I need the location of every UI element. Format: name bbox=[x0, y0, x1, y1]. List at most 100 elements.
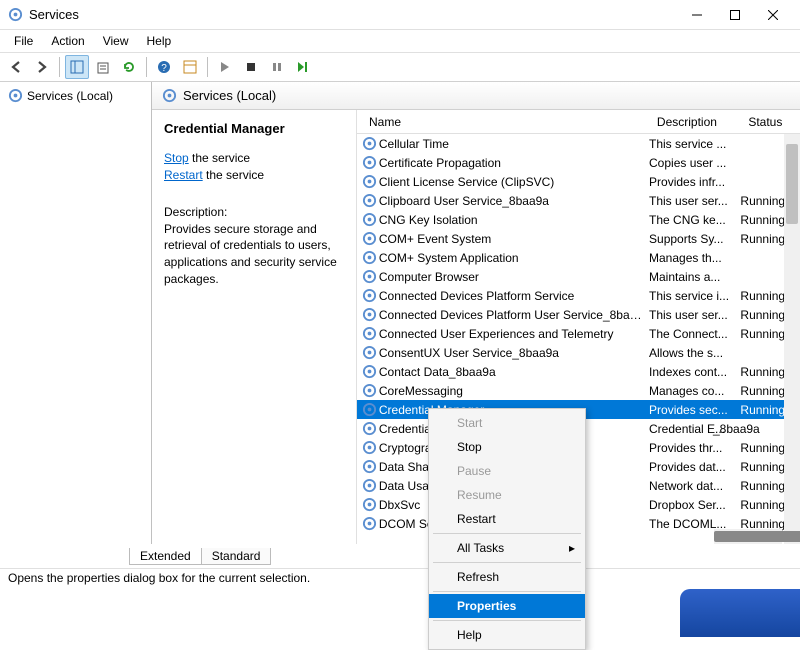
service-name: Client License Service (ClipSVC) bbox=[379, 175, 649, 189]
service-row[interactable]: Client License Service (ClipSVC)Provides… bbox=[357, 172, 800, 191]
horizontal-scrollbar[interactable] bbox=[714, 529, 782, 544]
name-suffix: _8baa9a bbox=[713, 422, 760, 436]
gear-icon bbox=[361, 440, 379, 455]
vertical-scrollbar[interactable] bbox=[784, 134, 800, 544]
service-row[interactable]: Connected User Experiences and Telemetry… bbox=[357, 324, 800, 343]
service-description: This service ... bbox=[649, 137, 740, 151]
service-description: Supports Sy... bbox=[649, 232, 740, 246]
gear-icon bbox=[361, 288, 379, 303]
detail-pane: Credential Manager Stop the service Rest… bbox=[152, 110, 357, 544]
close-button[interactable] bbox=[754, 0, 792, 30]
content-header: Services (Local) bbox=[152, 82, 800, 110]
tab-standard[interactable]: Standard bbox=[201, 548, 272, 565]
stop-service-link[interactable]: Stop bbox=[164, 151, 189, 165]
gear-icon bbox=[361, 364, 379, 379]
ctx-start: Start bbox=[429, 411, 585, 435]
service-description: This service i... bbox=[649, 289, 740, 303]
service-row[interactable]: COM+ Event SystemSupports Sy...Running bbox=[357, 229, 800, 248]
restart-service-link[interactable]: Restart bbox=[164, 168, 203, 182]
gear-icon bbox=[361, 231, 379, 246]
service-description: This user ser... bbox=[649, 308, 740, 322]
service-description: Manages th... bbox=[649, 251, 740, 265]
gear-icon bbox=[361, 402, 379, 417]
stop-service-button[interactable] bbox=[239, 55, 263, 79]
help-button[interactable]: ? bbox=[152, 55, 176, 79]
tree-node-services-local[interactable]: Services (Local) bbox=[4, 86, 147, 105]
service-name: COM+ Event System bbox=[379, 232, 649, 246]
scrollbar-thumb[interactable] bbox=[786, 144, 798, 224]
scrollbar-thumb[interactable] bbox=[714, 531, 800, 542]
service-row[interactable]: COM+ System ApplicationManages th... bbox=[357, 248, 800, 267]
gear-icon bbox=[361, 383, 379, 398]
menu-action[interactable]: Action bbox=[43, 32, 92, 50]
service-name: Computer Browser bbox=[379, 270, 649, 284]
service-description: Allows the s... bbox=[649, 346, 740, 360]
gear-icon bbox=[361, 136, 379, 151]
service-row[interactable]: Cellular TimeThis service ... bbox=[357, 134, 800, 153]
gear-icon bbox=[361, 459, 379, 474]
start-service-button[interactable] bbox=[213, 55, 237, 79]
service-name: Cellular Time bbox=[379, 137, 649, 151]
ctx-properties[interactable]: Properties bbox=[429, 594, 585, 618]
ctx-stop[interactable]: Stop bbox=[429, 435, 585, 459]
service-row[interactable]: Computer BrowserMaintains a... bbox=[357, 267, 800, 286]
ctx-separator bbox=[433, 562, 581, 563]
service-name: COM+ System Application bbox=[379, 251, 649, 265]
context-menu: Start Stop Pause Resume Restart All Task… bbox=[428, 408, 586, 650]
service-description: Copies user ... bbox=[649, 156, 740, 170]
tab-extended[interactable]: Extended bbox=[129, 548, 202, 565]
gear-icon bbox=[162, 88, 177, 103]
minimize-button[interactable] bbox=[678, 0, 716, 30]
service-row[interactable]: Connected Devices Platform ServiceThis s… bbox=[357, 286, 800, 305]
forward-button[interactable] bbox=[30, 55, 54, 79]
restart-service-button[interactable] bbox=[291, 55, 315, 79]
properties-button[interactable] bbox=[178, 55, 202, 79]
service-description: Provides dat... bbox=[649, 460, 740, 474]
service-name: ConsentUX User Service_8baa9a bbox=[379, 346, 649, 360]
maximize-button[interactable] bbox=[716, 0, 754, 30]
titlebar: Services bbox=[0, 0, 800, 30]
ctx-restart[interactable]: Restart bbox=[429, 507, 585, 531]
gear-icon bbox=[361, 250, 379, 265]
ctx-separator bbox=[433, 533, 581, 534]
gear-icon bbox=[361, 212, 379, 227]
ctx-all-tasks[interactable]: All Tasks ▸ bbox=[429, 536, 585, 560]
ctx-separator bbox=[433, 620, 581, 621]
gear-icon bbox=[361, 326, 379, 341]
service-description: Network dat... bbox=[649, 479, 740, 493]
service-row[interactable]: Contact Data_8baa9aIndexes cont...Runnin… bbox=[357, 362, 800, 381]
refresh-button[interactable] bbox=[117, 55, 141, 79]
export-list-button[interactable] bbox=[91, 55, 115, 79]
service-description: Indexes cont... bbox=[649, 365, 740, 379]
service-description: Maintains a... bbox=[649, 270, 740, 284]
service-description: This user ser... bbox=[649, 194, 740, 208]
service-row[interactable]: Clipboard User Service_8baa9aThis user s… bbox=[357, 191, 800, 210]
stop-service-link-row: Stop the service bbox=[164, 150, 344, 167]
service-row[interactable]: Certificate PropagationCopies user ... bbox=[357, 153, 800, 172]
list-header: Name Description Status bbox=[357, 110, 800, 134]
service-name: Connected User Experiences and Telemetry bbox=[379, 327, 649, 341]
tree-node-label: Services (Local) bbox=[27, 89, 113, 103]
taskbar-corner-decoration bbox=[680, 589, 800, 637]
menu-view[interactable]: View bbox=[95, 32, 137, 50]
service-row[interactable]: CNG Key IsolationThe CNG ke...Running bbox=[357, 210, 800, 229]
gear-icon bbox=[361, 421, 379, 436]
ctx-refresh[interactable]: Refresh bbox=[429, 565, 585, 589]
menu-file[interactable]: File bbox=[6, 32, 41, 50]
show-hide-tree-button[interactable] bbox=[65, 55, 89, 79]
service-row[interactable]: Connected Devices Platform User Service_… bbox=[357, 305, 800, 324]
pause-service-button[interactable] bbox=[265, 55, 289, 79]
service-row[interactable]: ConsentUX User Service_8baa9aAllows the … bbox=[357, 343, 800, 362]
back-button[interactable] bbox=[4, 55, 28, 79]
menu-help[interactable]: Help bbox=[139, 32, 180, 50]
col-header-name[interactable]: Name bbox=[361, 115, 649, 129]
svg-text:?: ? bbox=[161, 63, 167, 74]
restart-service-link-row: Restart the service bbox=[164, 167, 344, 184]
ctx-help[interactable]: Help bbox=[429, 623, 585, 647]
service-description: Provides sec... bbox=[649, 403, 740, 417]
service-row[interactable]: CoreMessagingManages co...Running bbox=[357, 381, 800, 400]
selected-service-name: Credential Manager bbox=[164, 120, 344, 138]
service-name: Connected Devices Platform Service bbox=[379, 289, 649, 303]
col-header-status[interactable]: Status bbox=[740, 115, 800, 129]
col-header-description[interactable]: Description bbox=[649, 115, 740, 129]
